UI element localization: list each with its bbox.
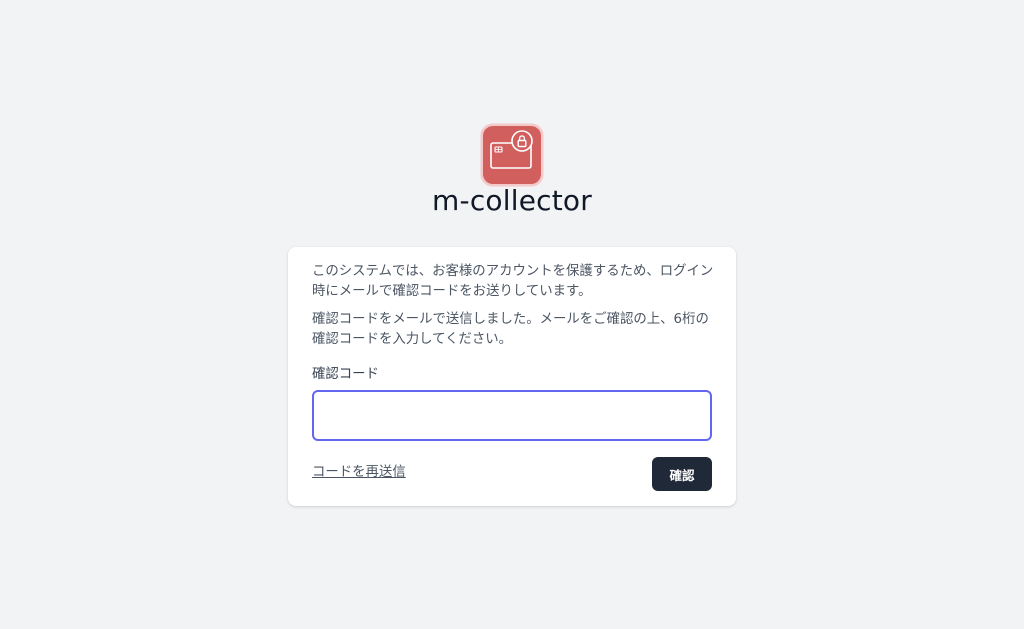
confirm-button[interactable]: 確認 xyxy=(652,457,712,491)
verification-card: このシステムでは、お客様のアカウントを保護するため、ログイン時にメールで確認コー… xyxy=(288,247,736,506)
code-label: 確認コード xyxy=(312,367,379,382)
resend-code-link[interactable]: コードを再送信 xyxy=(312,463,406,483)
info-paragraph: このシステムでは、お客様のアカウントを保護するため、ログイン時にメールで確認コー… xyxy=(312,264,714,299)
app-logo xyxy=(480,123,544,187)
instruction-paragraph: 確認コードをメールで送信しました。メールをご確認の上、6桁の確認コードを入力して… xyxy=(312,312,709,347)
app-name: m-collector xyxy=(432,184,592,217)
verification-page: m-collector このシステムでは、お客様のアカウントを保護するため、ログ… xyxy=(0,0,1024,629)
code-input[interactable] xyxy=(312,390,712,441)
card-lock-icon xyxy=(480,123,544,187)
